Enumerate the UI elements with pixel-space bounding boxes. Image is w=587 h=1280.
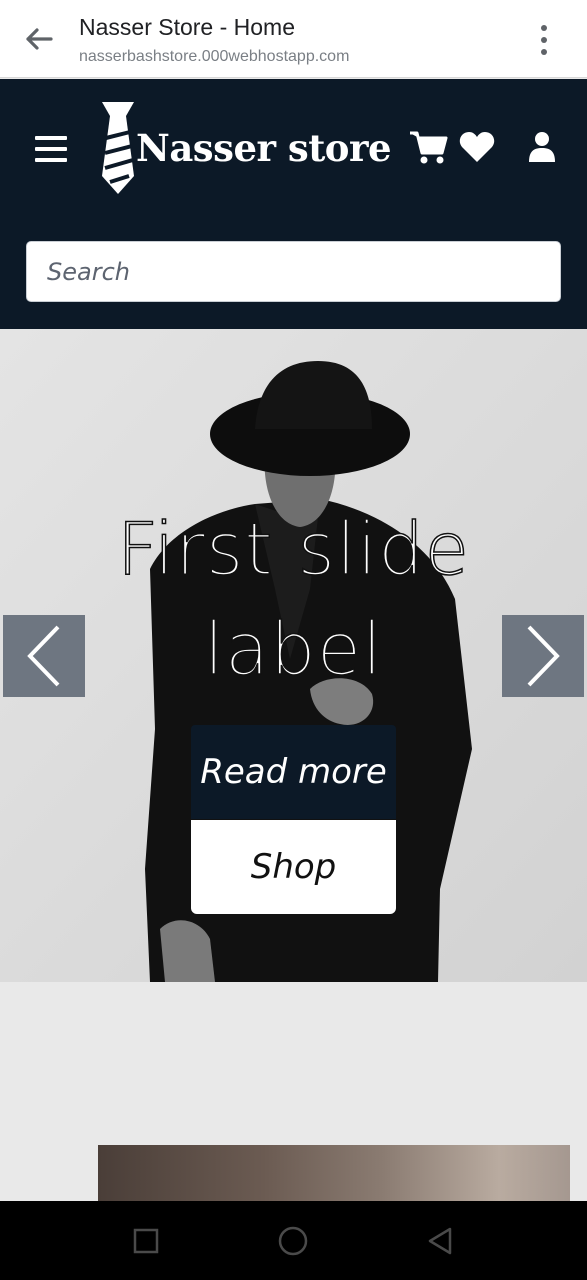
shop-button[interactable]: Shop bbox=[191, 820, 396, 914]
carousel-next-button[interactable] bbox=[502, 615, 584, 697]
slide-title-line2: label bbox=[203, 606, 384, 692]
cart-icon[interactable] bbox=[408, 128, 448, 166]
arrow-left-icon[interactable] bbox=[22, 24, 56, 54]
tie-icon bbox=[102, 102, 134, 194]
home-icon[interactable] bbox=[277, 1225, 309, 1257]
back-triangle-icon[interactable] bbox=[424, 1225, 456, 1257]
brand-name: Nasser store bbox=[136, 126, 392, 170]
site-logo[interactable]: Nasser store bbox=[98, 98, 392, 198]
android-nav-bar bbox=[0, 1201, 587, 1280]
hero-carousel: First slide label Read more Shop bbox=[0, 329, 587, 982]
search-field[interactable] bbox=[26, 241, 561, 302]
content-area bbox=[0, 982, 587, 1205]
recents-icon[interactable] bbox=[130, 1225, 162, 1257]
browser-toolbar: Nasser Store - Home nasserbashstore.000w… bbox=[0, 0, 587, 78]
search-input[interactable] bbox=[47, 242, 540, 301]
more-vert-icon[interactable] bbox=[530, 22, 558, 58]
slide-caption: First slide label bbox=[0, 499, 587, 699]
user-icon[interactable] bbox=[526, 130, 558, 164]
chevron-right-icon bbox=[527, 625, 560, 687]
read-more-button[interactable]: Read more bbox=[191, 725, 396, 819]
carousel-prev-button[interactable] bbox=[3, 615, 85, 697]
chevron-left-icon bbox=[27, 625, 60, 687]
heart-icon[interactable] bbox=[458, 130, 496, 164]
browser-page-title: Nasser Store - Home bbox=[79, 14, 296, 40]
product-image[interactable] bbox=[98, 1145, 570, 1205]
browser-url[interactable]: nasserbashstore.000webhostapp.com bbox=[79, 48, 349, 66]
slide-title-line1: First slide bbox=[116, 506, 470, 592]
hamburger-icon[interactable] bbox=[35, 136, 67, 162]
